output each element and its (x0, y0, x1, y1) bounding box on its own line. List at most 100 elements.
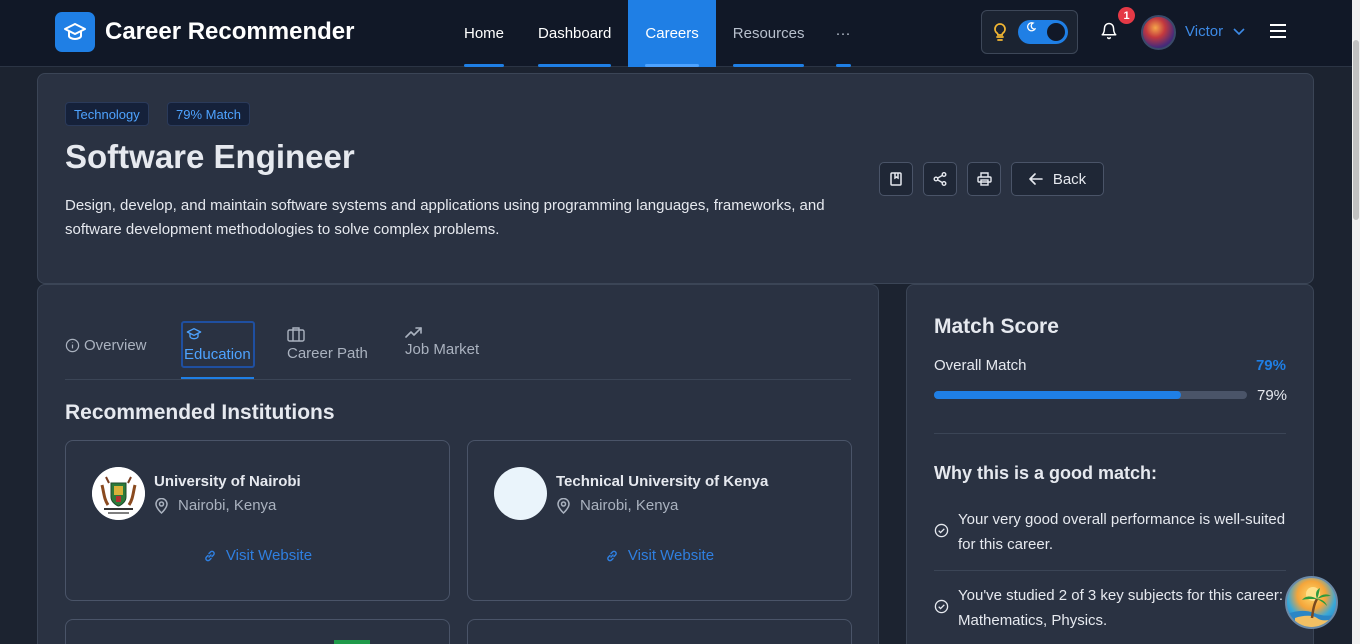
moon-icon (1027, 22, 1036, 32)
match-score-title: Match Score (934, 315, 1059, 338)
tab-job-market[interactable]: Job Market (405, 326, 479, 358)
avatar[interactable] (1141, 15, 1176, 50)
print-button[interactable] (967, 162, 1001, 196)
theme-switcher (981, 10, 1078, 54)
bell-icon[interactable] (1100, 22, 1118, 40)
nav-indicator (732, 64, 805, 67)
main-nav: Home Dashboard Careers Resources ··· (447, 0, 864, 67)
category-badge: Technology (65, 102, 149, 126)
nav-more-label: ··· (835, 25, 851, 42)
tab-divider (65, 379, 851, 380)
career-header-card: Technology 79% Match Software Engineer D… (37, 73, 1314, 284)
link-icon (205, 550, 215, 561)
overall-match-value: 79% (1255, 357, 1286, 374)
visit-website-label: Visit Website (627, 547, 715, 564)
tab-career-path-label: Career Path (287, 345, 368, 362)
match-progress-bar (934, 391, 1247, 399)
bookmark-icon (890, 172, 902, 186)
back-button[interactable]: Back (1011, 162, 1104, 196)
share-icon (933, 172, 947, 186)
back-button-label: Back (1052, 170, 1087, 188)
lightbulb-icon (994, 23, 1006, 41)
briefcase-icon (287, 327, 305, 342)
bookmark-button[interactable] (879, 162, 913, 196)
top-navbar: Career Recommender Home Dashboard Career… (0, 0, 1352, 67)
toggle-knob (1047, 23, 1065, 41)
institution-location: Nairobi, Kenya (154, 497, 276, 514)
match-progress-text: 79% (1257, 387, 1288, 404)
user-name[interactable]: Victor (1185, 23, 1223, 40)
check-circle-icon (934, 523, 949, 538)
map-pin-icon (155, 497, 168, 514)
brand[interactable]: Career Recommender (55, 12, 354, 52)
match-reason-text: You've studied 2 of 3 key subjects for t… (958, 587, 1283, 629)
institution-logo (494, 467, 547, 520)
printer-icon (976, 172, 992, 186)
notification-badge: 1 (1118, 7, 1135, 24)
match-progress-fill (934, 391, 1182, 399)
share-button[interactable] (923, 162, 957, 196)
page-title: Software Engineer (65, 138, 355, 175)
nav-resources[interactable]: Resources (716, 0, 822, 67)
nav-more[interactable]: ··· (821, 0, 864, 67)
nav-careers[interactable]: Careers (628, 0, 716, 67)
scrollbar[interactable] (1352, 0, 1360, 644)
nav-indicator (538, 64, 612, 67)
divider (934, 570, 1286, 571)
tab-education[interactable]: Education (181, 321, 255, 368)
visit-website-link[interactable]: Visit Website (66, 547, 449, 564)
tab-overview[interactable]: Overview (65, 337, 147, 354)
nav-indicator (464, 64, 505, 67)
institution-location: Nairobi, Kenya (556, 497, 678, 514)
info-icon (65, 338, 80, 353)
map-pin-icon (557, 497, 570, 514)
tab-overview-label: Overview (84, 337, 147, 354)
nav-careers-label: Careers (645, 25, 699, 42)
why-good-match-title: Why this is a good match: (934, 463, 1158, 483)
status-stripe (334, 640, 370, 644)
visit-website-link[interactable]: Visit Website (468, 547, 851, 564)
career-details-card: Overview Education Career Path Job Marke… (37, 284, 879, 644)
beach-island-icon (1287, 587, 1336, 627)
dark-mode-toggle[interactable] (1018, 20, 1068, 44)
institution-card: University of Nairobi Nairobi, Kenya Vis… (65, 440, 450, 601)
institution-card (467, 619, 852, 644)
match-reason-text: Your very good overall performance is we… (958, 511, 1286, 553)
chevron-down-icon[interactable] (1232, 25, 1246, 39)
divider (934, 433, 1286, 434)
match-score-card: Match Score Overall Match 79% 79% Why th… (906, 284, 1314, 644)
nav-home[interactable]: Home (447, 0, 521, 67)
career-description: Design, develop, and maintain software s… (65, 197, 825, 238)
assistant-fab-button[interactable] (1285, 576, 1338, 629)
institution-card: Technical University of Kenya Nairobi, K… (467, 440, 852, 601)
institution-location-text: Nairobi, Kenya (178, 497, 277, 514)
institution-card (65, 619, 450, 644)
trending-up-icon (405, 327, 422, 338)
nav-resources-label: Resources (732, 25, 805, 42)
hamburger-menu-icon[interactable] (1270, 24, 1286, 38)
check-circle-icon (934, 599, 949, 614)
match-reason: You've studied 2 of 3 key subjects for t… (934, 583, 1286, 633)
tab-job-market-label: Job Market (405, 341, 480, 358)
app-title: Career Recommender (105, 18, 355, 45)
graduation-cap-icon (186, 327, 202, 340)
nav-indicator (836, 64, 852, 67)
nav-indicator (645, 64, 699, 67)
institution-name: University of Nairobi (154, 473, 301, 490)
scrollbar-thumb[interactable] (1353, 40, 1359, 220)
visit-website-label: Visit Website (225, 547, 313, 564)
nav-dashboard-label: Dashboard (538, 25, 612, 42)
section-title: Recommended Institutions (65, 401, 335, 424)
tab-career-path[interactable]: Career Path (287, 326, 368, 362)
institution-name: Technical University of Kenya (556, 473, 769, 490)
nav-home-label: Home (464, 25, 505, 42)
tab-education-label: Education (184, 346, 251, 363)
match-reason: Your very good overall performance is we… (934, 507, 1286, 557)
arrow-left-icon (1029, 173, 1043, 185)
university-crest-logo (92, 467, 145, 520)
nav-dashboard[interactable]: Dashboard (521, 0, 628, 67)
institution-location-text: Nairobi, Kenya (580, 497, 679, 514)
match-badge: 79% Match (167, 102, 251, 126)
overall-match-label: Overall Match (934, 357, 1027, 374)
graduation-cap-icon (55, 12, 95, 52)
